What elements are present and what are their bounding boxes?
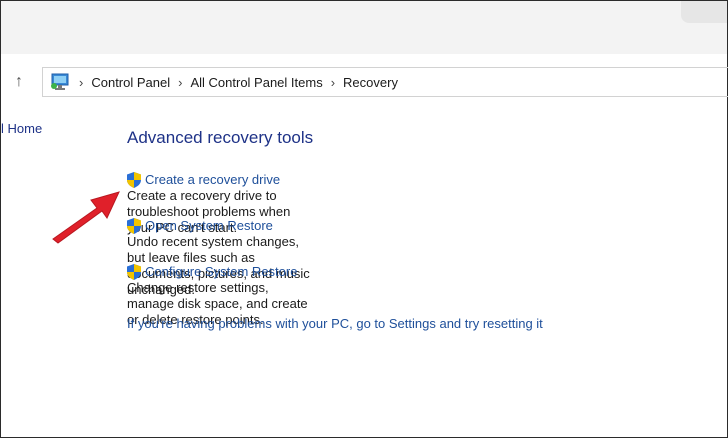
control-panel-home-link[interactable]: l Home — [1, 121, 42, 136]
window: ↑ › Control Panel › All Control Panel It… — [0, 0, 728, 438]
main-content: Advanced recovery tools Create a recover… — [127, 127, 543, 331]
chevron-right-icon: › — [79, 74, 84, 90]
tool-label[interactable]: Create a recovery drive — [145, 172, 280, 188]
uac-shield-icon — [127, 218, 141, 234]
tool-label[interactable]: Configure System Restore — [145, 264, 297, 280]
chevron-right-icon: › — [330, 74, 336, 90]
control-panel-icon — [49, 72, 71, 92]
configure-system-restore-link[interactable]: Configure System Restore — [127, 264, 313, 280]
address-bar[interactable]: › Control Panel › All Control Panel Item… — [42, 67, 728, 97]
tool-label[interactable]: Open System Restore — [145, 218, 273, 234]
uac-shield-icon — [127, 264, 141, 280]
up-arrow-icon[interactable]: ↑ — [9, 72, 29, 92]
chevron-right-icon: › — [178, 74, 183, 90]
breadcrumb-all-items[interactable]: All Control Panel Items — [190, 75, 322, 90]
reset-pc-settings-link[interactable]: If you're having problems with your PC, … — [127, 316, 543, 331]
title-bar — [1, 1, 727, 54]
left-pane: l Home — [1, 121, 42, 136]
breadcrumb-recovery[interactable]: Recovery — [343, 75, 398, 90]
breadcrumb-control-panel[interactable]: Control Panel — [91, 75, 170, 90]
navigation-bar: ↑ › Control Panel › All Control Panel It… — [1, 54, 728, 107]
red-arrow-annotation — [52, 191, 120, 244]
close-button[interactable] — [681, 1, 727, 23]
create-recovery-drive-link[interactable]: Create a recovery drive — [127, 172, 313, 188]
uac-shield-icon — [127, 172, 141, 188]
page-title: Advanced recovery tools — [127, 128, 314, 147]
open-system-restore-link[interactable]: Open System Restore — [127, 218, 313, 234]
